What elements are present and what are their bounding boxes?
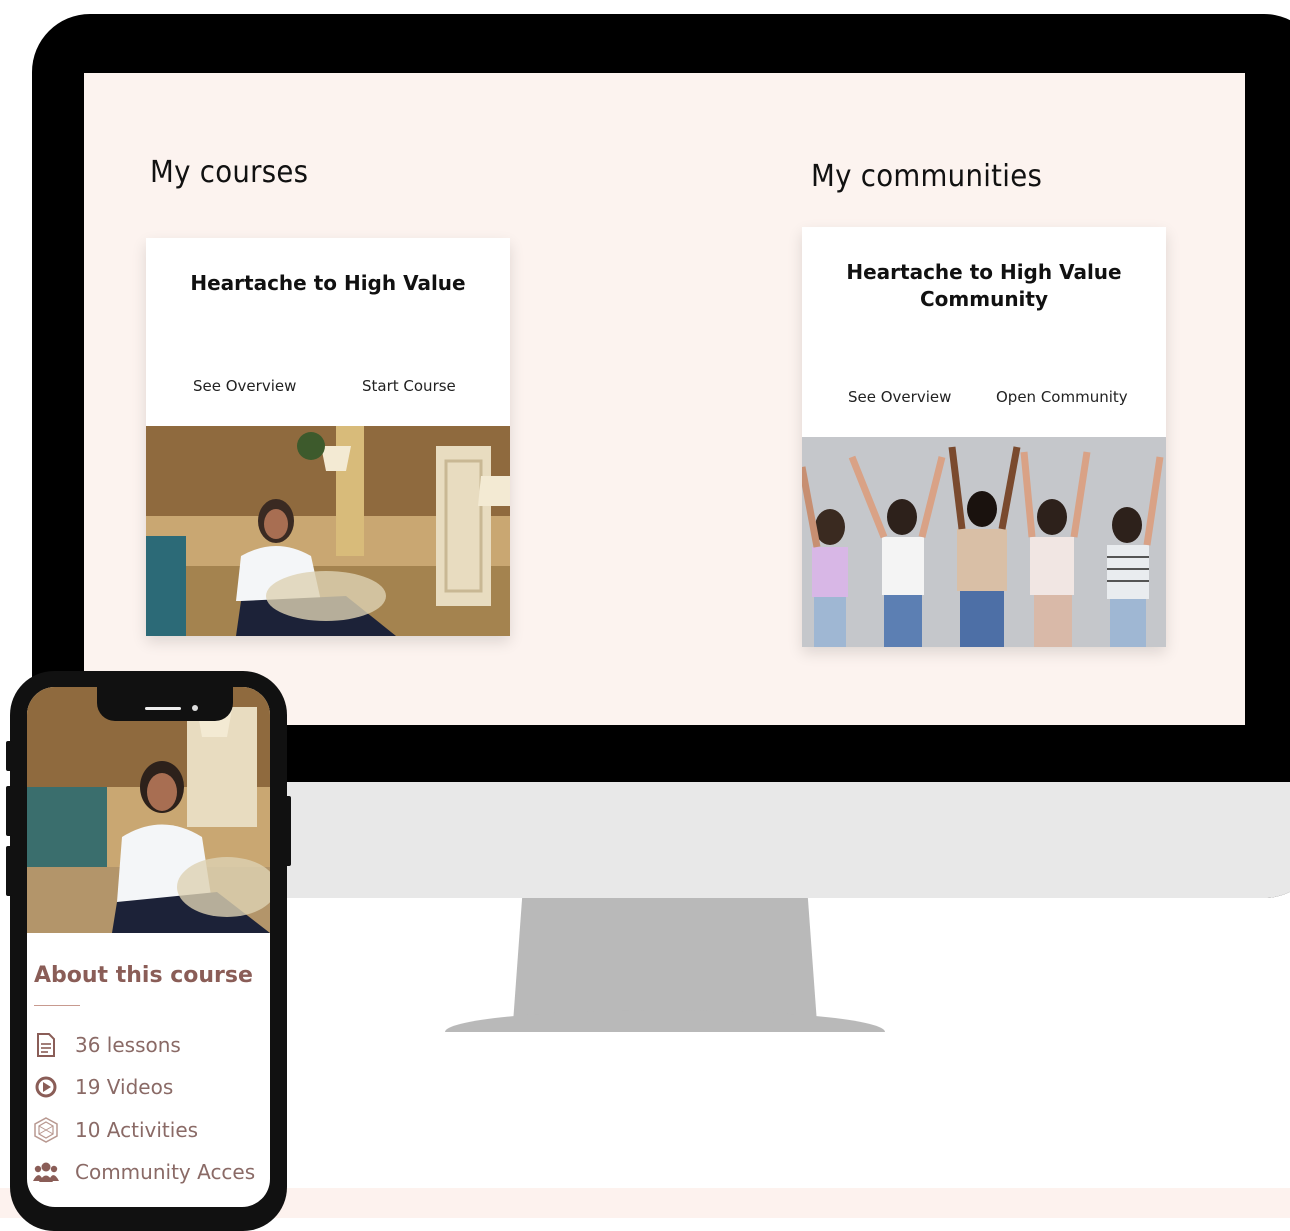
community-thumbnail-image [802, 437, 1166, 647]
phone-notch [97, 687, 233, 721]
monitor-stand-base [445, 1010, 885, 1032]
start-course-link[interactable]: Start Course [362, 377, 456, 395]
stat-videos-label: 19 Videos [75, 1075, 174, 1099]
stat-community: Community Acces [33, 1157, 255, 1187]
stat-activities: 10 Activities [33, 1115, 198, 1145]
course-card-title: Heartache to High Value [190, 271, 466, 295]
phone-volume-up-button [6, 786, 12, 836]
monitor-stand-neck [513, 898, 817, 1023]
my-courses-heading: My courses [150, 155, 309, 190]
document-icon [33, 1032, 59, 1058]
hexagon-icon [33, 1117, 59, 1143]
users-icon [33, 1159, 59, 1185]
desktop-screen: My courses My communities Heartache to H… [84, 73, 1245, 725]
course-thumbnail-image [146, 426, 510, 636]
course-see-overview-link[interactable]: See Overview [193, 377, 296, 395]
course-card[interactable]: Heartache to High Value See Overview Sta… [146, 238, 510, 636]
my-communities-heading: My communities [811, 159, 1043, 194]
mobile-phone: About this course 36 lessons 19 Videos 1… [6, 671, 291, 1231]
community-card-title-line2: Community [919, 287, 1049, 311]
speaker-grille [145, 707, 181, 710]
stat-videos: 19 Videos [33, 1072, 173, 1102]
open-community-link[interactable]: Open Community [996, 388, 1128, 406]
phone-side-button [6, 741, 12, 771]
front-camera [192, 705, 198, 711]
phone-volume-down-button [6, 846, 12, 896]
phone-screen: About this course 36 lessons 19 Videos 1… [27, 687, 270, 1207]
stat-lessons: 36 lessons [33, 1030, 181, 1060]
stat-community-label: Community Acces [75, 1160, 256, 1184]
community-card-title-line1: Heartache to High Value [846, 260, 1122, 284]
phone-power-button [285, 796, 291, 866]
play-circle-icon [33, 1074, 59, 1100]
mobile-course-image [27, 687, 270, 933]
community-see-overview-link[interactable]: See Overview [848, 388, 951, 406]
about-course-heading: About this course [34, 963, 253, 988]
stat-lessons-label: 36 lessons [75, 1033, 181, 1057]
about-divider [34, 1005, 80, 1006]
community-card[interactable]: Heartache to High Value Community See Ov… [802, 227, 1166, 647]
stat-activities-label: 10 Activities [75, 1118, 199, 1142]
